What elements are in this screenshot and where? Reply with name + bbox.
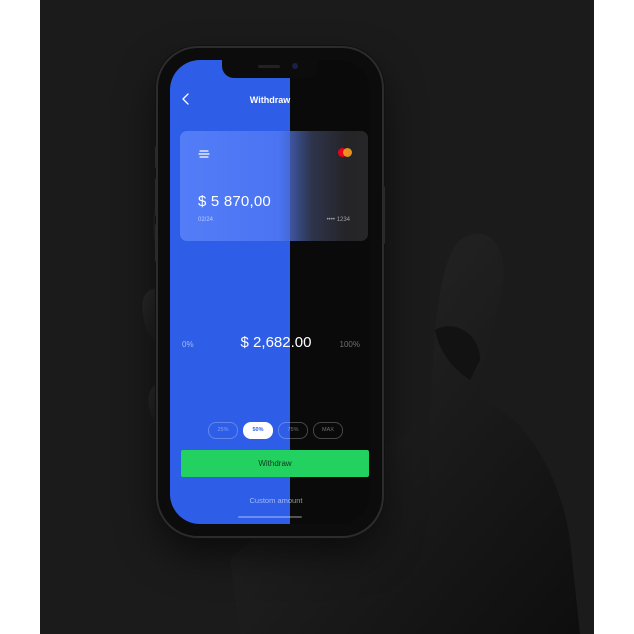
speaker-grille	[258, 65, 280, 68]
chip-25[interactable]: 25%	[208, 422, 238, 439]
notch	[222, 60, 318, 78]
volume-up-button	[155, 178, 158, 216]
stack-logo-icon	[198, 150, 210, 158]
chip-50[interactable]: 50%	[243, 422, 273, 439]
card-number: •••• 1234	[326, 217, 350, 223]
mute-switch	[155, 146, 158, 168]
home-indicator	[238, 516, 302, 518]
mastercard-icon	[338, 148, 352, 157]
volume-down-button	[155, 224, 158, 262]
app-screen: Withdraw $ 5 870,00 02/24 •••• 1234 0% 1…	[170, 60, 370, 524]
power-button	[382, 186, 385, 244]
chip-max[interactable]: MAX	[313, 422, 343, 439]
withdraw-button[interactable]: Withdraw	[181, 450, 369, 477]
page-title: Withdraw	[249, 95, 291, 105]
phone-frame: Withdraw $ 5 870,00 02/24 •••• 1234 0% 1…	[155, 48, 385, 536]
front-camera	[292, 63, 298, 69]
withdraw-amount: $ 2,682.00	[240, 334, 312, 351]
chip-75[interactable]: 75%	[278, 422, 308, 439]
custom-amount-link[interactable]: Custom amount	[170, 496, 370, 505]
payment-card[interactable]: $ 5 870,00 02/24 •••• 1234	[180, 131, 368, 241]
card-balance: $ 5 870,00	[198, 193, 271, 210]
card-expiry: 02/24	[198, 217, 214, 223]
